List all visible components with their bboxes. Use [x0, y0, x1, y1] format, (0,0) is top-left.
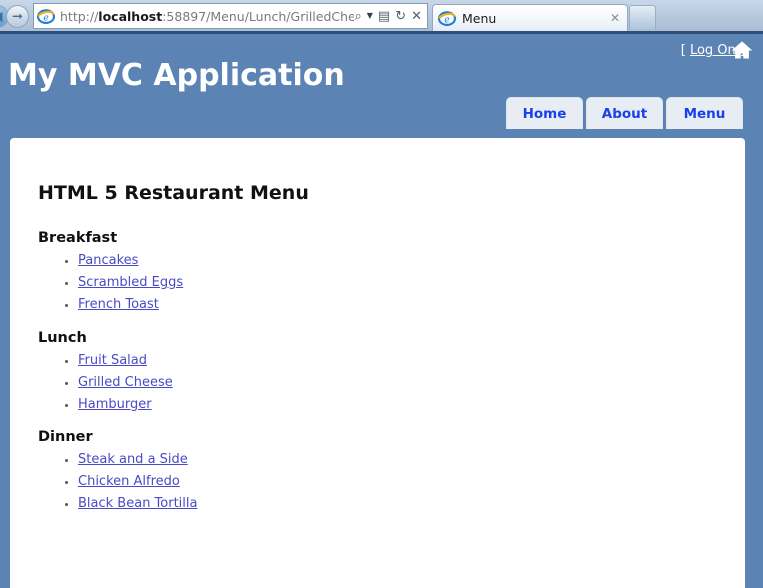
- page-body: [ Log On ] My MVC Application Home About…: [0, 34, 763, 588]
- menu-section-dinner: Dinner Steak and a Side Chicken Alfredo …: [38, 429, 725, 513]
- new-tab-button[interactable]: [629, 5, 656, 30]
- close-icon[interactable]: ✕: [610, 11, 627, 25]
- list-item: Fruit Salad: [78, 352, 725, 370]
- refresh-icon[interactable]: ↻: [395, 10, 406, 23]
- nav-tab-home[interactable]: Home: [506, 97, 583, 129]
- menu-link-scrambled-eggs[interactable]: Scrambled Eggs: [78, 275, 183, 290]
- internet-explorer-icon: e: [36, 7, 56, 25]
- svg-text:e: e: [43, 13, 48, 23]
- site-title: My MVC Application: [8, 58, 345, 93]
- forward-arrow-icon: ➞: [12, 9, 23, 24]
- stop-icon[interactable]: ✕: [411, 10, 422, 23]
- menu-link-french-toast[interactable]: French Toast: [78, 297, 159, 312]
- url-path: :58897/Menu/Lunch/GrilledCheese: [162, 8, 355, 24]
- address-bar-icons: ⌕ ▼ ▤ ↻ ✕: [354, 10, 427, 23]
- list-item: Grilled Cheese: [78, 374, 725, 392]
- list-item: Steak and a Side: [78, 451, 725, 469]
- menu-link-hamburger[interactable]: Hamburger: [78, 397, 152, 412]
- compatibility-view-icon[interactable]: ▤: [378, 10, 390, 23]
- svg-text:e: e: [444, 15, 449, 25]
- url-host: localhost: [98, 8, 163, 24]
- menu-link-fruit-salad[interactable]: Fruit Salad: [78, 353, 147, 368]
- back-arrow-icon: ◀: [0, 10, 3, 23]
- logon-container: [ Log On ]: [681, 43, 745, 58]
- section-title-lunch: Lunch: [38, 329, 87, 346]
- section-title-breakfast: Breakfast: [38, 230, 118, 246]
- menu-body: Breakfast Pancakes Scrambled Eggs French…: [38, 230, 725, 529]
- logon-bracket-close: ]: [739, 43, 745, 58]
- address-bar[interactable]: e http://localhost:58897/Menu/Lunch/Gril…: [33, 3, 428, 29]
- logon-link[interactable]: Log On: [690, 43, 736, 58]
- menu-list-breakfast: Pancakes Scrambled Eggs French Toast: [38, 252, 725, 314]
- chevron-down-icon[interactable]: ▼: [367, 12, 373, 20]
- url-scheme: http://: [60, 8, 99, 24]
- search-icon[interactable]: ⌕: [354, 10, 361, 23]
- list-item: Black Bean Tortilla: [78, 495, 725, 513]
- nav-tab-menu[interactable]: Menu: [666, 97, 743, 129]
- menu-link-grilled-cheese[interactable]: Grilled Cheese: [78, 375, 173, 390]
- list-item: Chicken Alfredo: [78, 473, 725, 491]
- list-item: Scrambled Eggs: [78, 274, 725, 292]
- tab-favicon-icon: e: [437, 9, 457, 27]
- menu-link-pancakes[interactable]: Pancakes: [78, 253, 138, 268]
- url-text: http://localhost:58897/Menu/Lunch/Grille…: [60, 9, 354, 24]
- list-item: Pancakes: [78, 252, 725, 270]
- menu-section-lunch: Lunch Fruit Salad Grilled Cheese Hamburg…: [38, 330, 725, 414]
- browser-tab[interactable]: e Menu ✕: [432, 4, 628, 31]
- logon-bracket-open: [: [680, 43, 686, 58]
- nav-tab-about[interactable]: About: [586, 97, 663, 129]
- content-card: HTML 5 Restaurant Menu Breakfast Pancake…: [10, 138, 745, 588]
- list-item: Hamburger: [78, 396, 725, 414]
- menu-link-steak-and-a-side[interactable]: Steak and a Side: [78, 452, 188, 467]
- tab-title: Menu: [462, 10, 497, 26]
- section-title-dinner: Dinner: [38, 429, 93, 446]
- menu-link-black-bean-tortilla[interactable]: Black Bean Tortilla: [78, 496, 198, 511]
- menu-list-lunch: Fruit Salad Grilled Cheese Hamburger: [38, 352, 725, 414]
- browser-chrome: ◀ ➞ e http://localhost:58897/Menu/Lunch/…: [0, 0, 763, 34]
- menu-section-breakfast: Breakfast Pancakes Scrambled Eggs French…: [38, 230, 725, 314]
- forward-button[interactable]: ➞: [6, 5, 29, 28]
- list-item: French Toast: [78, 296, 725, 314]
- page-title: HTML 5 Restaurant Menu: [38, 182, 309, 204]
- menu-link-chicken-alfredo[interactable]: Chicken Alfredo: [78, 474, 180, 489]
- menu-list-dinner: Steak and a Side Chicken Alfredo Black B…: [38, 451, 725, 513]
- main-navigation: Home About Menu: [506, 97, 743, 129]
